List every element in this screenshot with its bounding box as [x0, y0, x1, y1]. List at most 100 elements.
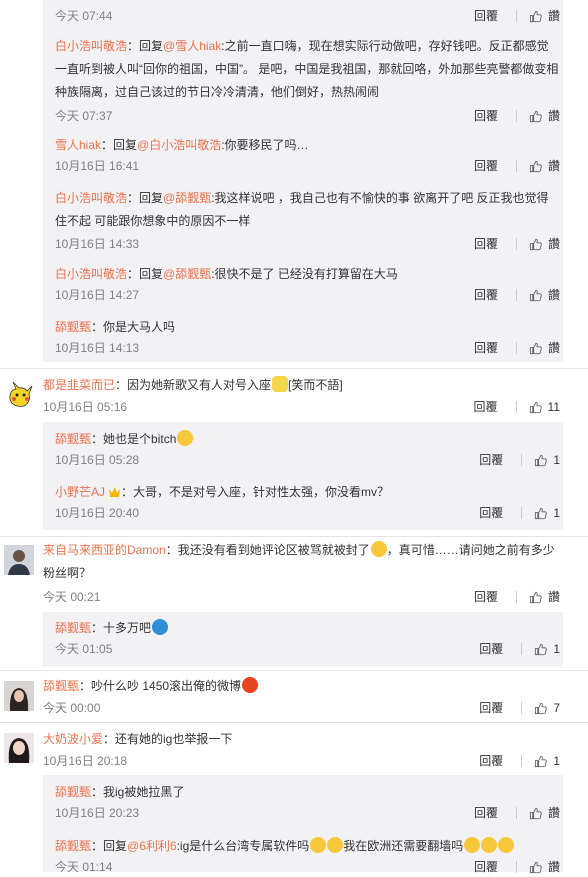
user-avatar-icon [4, 545, 34, 575]
like-button[interactable]: 7 [534, 698, 560, 718]
crying-laugh-emoji-icon [370, 541, 387, 557]
username-link[interactable]: 雪人hiak [55, 138, 101, 152]
timestamp: 今天 07:37 [55, 109, 113, 123]
username-link[interactable]: 白小浩叫敬浩 [55, 39, 127, 53]
divider [515, 160, 517, 172]
timestamp: 今天 00:21 [43, 590, 101, 604]
avatar[interactable] [4, 681, 34, 711]
reply-button[interactable]: 回覆 [474, 397, 498, 417]
reply-text: ：我ig被她拉黑了 [91, 785, 185, 799]
like-button[interactable]: 1 [534, 751, 560, 771]
reply-text: ：你是大马人吗 [91, 320, 176, 334]
mention-link[interactable]: @舔觐甄 [163, 267, 211, 281]
pikachu-avatar-icon [4, 380, 34, 410]
username-link[interactable]: 舔觐甄 [55, 785, 91, 799]
mention-link[interactable]: @舔觐甄 [163, 191, 211, 205]
reply-button[interactable]: 回覆 [479, 450, 503, 470]
comment-text: ：还有她的ig也举报一下 [103, 732, 233, 746]
reply-button[interactable]: 回覆 [474, 106, 498, 126]
timestamp: 10月16日 14:13 [55, 341, 140, 355]
divider [515, 289, 517, 301]
like-count: 1 [553, 754, 560, 768]
username-link[interactable]: 舔觐甄 [43, 679, 79, 693]
reply-button[interactable]: 回覆 [474, 156, 498, 176]
reply-button[interactable]: 回覆 [474, 234, 498, 254]
reply-button[interactable]: 回覆 [479, 751, 503, 771]
thumbs-up-icon [529, 342, 542, 355]
like-button[interactable]: 讚 [529, 338, 560, 358]
thumbs-up-icon [529, 238, 542, 251]
divider [521, 643, 523, 655]
avatar[interactable] [4, 733, 34, 763]
comment-item: 来自马来西亚的Damon：我还没有看到她评论区被骂就被封了 ，真可惜……请问她之前… [43, 539, 560, 607]
reply-button[interactable]: 回覆 [474, 285, 498, 305]
username-link[interactable]: 舔觐甄 [55, 839, 91, 853]
thumbs-up-icon [534, 702, 547, 715]
reply-button[interactable]: 回覆 [474, 6, 498, 26]
comment-item: 都是韭菜而已：因为她新歌又有人对号入座 [笑而不語] 10月16日 05:16 回… [43, 374, 560, 417]
like-button[interactable]: 讚 [529, 234, 560, 254]
reply-button[interactable]: 回覆 [479, 639, 503, 659]
reply-item: 今天 07:44 回覆 讚 [55, 6, 560, 26]
like-button[interactable]: 1 [534, 450, 560, 470]
like-count: 1 [553, 453, 560, 467]
divider [515, 401, 517, 413]
thumbs-up-icon [534, 507, 547, 520]
like-button[interactable]: 讚 [529, 6, 560, 26]
reply-button[interactable]: 回覆 [479, 503, 503, 523]
doraemon-emoji-icon [152, 619, 169, 635]
like-button[interactable]: 讚 [529, 587, 560, 607]
like-count: 1 [553, 642, 560, 656]
reply-text: ：十多万吧 [91, 621, 152, 635]
like-button[interactable]: 讚 [529, 156, 560, 176]
username-link[interactable]: 舔觐甄 [55, 621, 91, 635]
like-button[interactable]: 讚 [529, 285, 560, 305]
laughing-emoji-icon [498, 837, 515, 853]
reply-text: :很快不是了 已经没有打算留在大马 [211, 267, 398, 281]
username-link[interactable]: 来自马来西亚的Damon [43, 543, 166, 557]
smirk-emoji-icon [272, 376, 289, 392]
timestamp: 10月16日 16:41 [55, 159, 140, 173]
mention-link[interactable]: @白小浩叫敬浩 [137, 138, 221, 152]
timestamp: 10月16日 05:28 [55, 453, 140, 467]
divider [0, 368, 588, 369]
timestamp: 10月16日 14:33 [55, 237, 140, 251]
reply-button[interactable]: 回覆 [479, 698, 503, 718]
username-link[interactable]: 舔觐甄 [55, 432, 91, 446]
thinking-emoji-icon [327, 837, 344, 853]
laughing-emoji-icon [481, 837, 498, 853]
like-button[interactable]: 11 [529, 397, 560, 417]
reply-button[interactable]: 回覆 [474, 803, 498, 823]
mention-link[interactable]: @雪人hiak [163, 39, 221, 53]
reply-item: 舔觐甄：十多万吧 今天 01:05 回覆 1 [55, 617, 560, 659]
like-button[interactable]: 1 [534, 639, 560, 659]
reply-item: 舔觐甄：你是大马人吗 10月16日 14:13 回覆 讚 [55, 316, 560, 358]
reply-button[interactable]: 回覆 [474, 857, 498, 877]
username-link[interactable]: 都是韭菜而已 [43, 378, 115, 392]
thumbs-up-icon [529, 289, 542, 302]
divider [515, 342, 517, 354]
mention-link[interactable]: @6利利6 [127, 839, 177, 853]
comment-text: ：吵什么吵 1450滚出俺的微博 [79, 679, 242, 693]
avatar[interactable] [4, 380, 34, 410]
reply-text: ：大哥，不是对号入座，针对性太强，你没看mv？ [121, 485, 390, 499]
reply-button[interactable]: 回覆 [474, 587, 498, 607]
username-link[interactable]: 白小浩叫敬浩 [55, 191, 127, 205]
divider [515, 10, 517, 22]
username-link[interactable]: 白小浩叫敬浩 [55, 267, 127, 281]
username-link[interactable]: 舔觐甄 [55, 320, 91, 334]
divider [521, 702, 523, 714]
username-link[interactable]: 大奶波小爱 [43, 732, 103, 746]
like-button[interactable]: 讚 [529, 803, 560, 823]
reply-button[interactable]: 回覆 [474, 338, 498, 358]
like-button[interactable]: 1 [534, 503, 560, 523]
laughing-emoji-icon [177, 430, 194, 446]
username-link[interactable]: 小野芒AJ [55, 485, 105, 499]
divider [515, 238, 517, 250]
like-button[interactable]: 讚 [529, 857, 560, 877]
laughing-emoji-icon [310, 837, 327, 853]
laughing-emoji-icon [464, 837, 481, 853]
like-button[interactable]: 讚 [529, 106, 560, 126]
avatar[interactable] [4, 545, 34, 575]
divider [0, 722, 588, 723]
